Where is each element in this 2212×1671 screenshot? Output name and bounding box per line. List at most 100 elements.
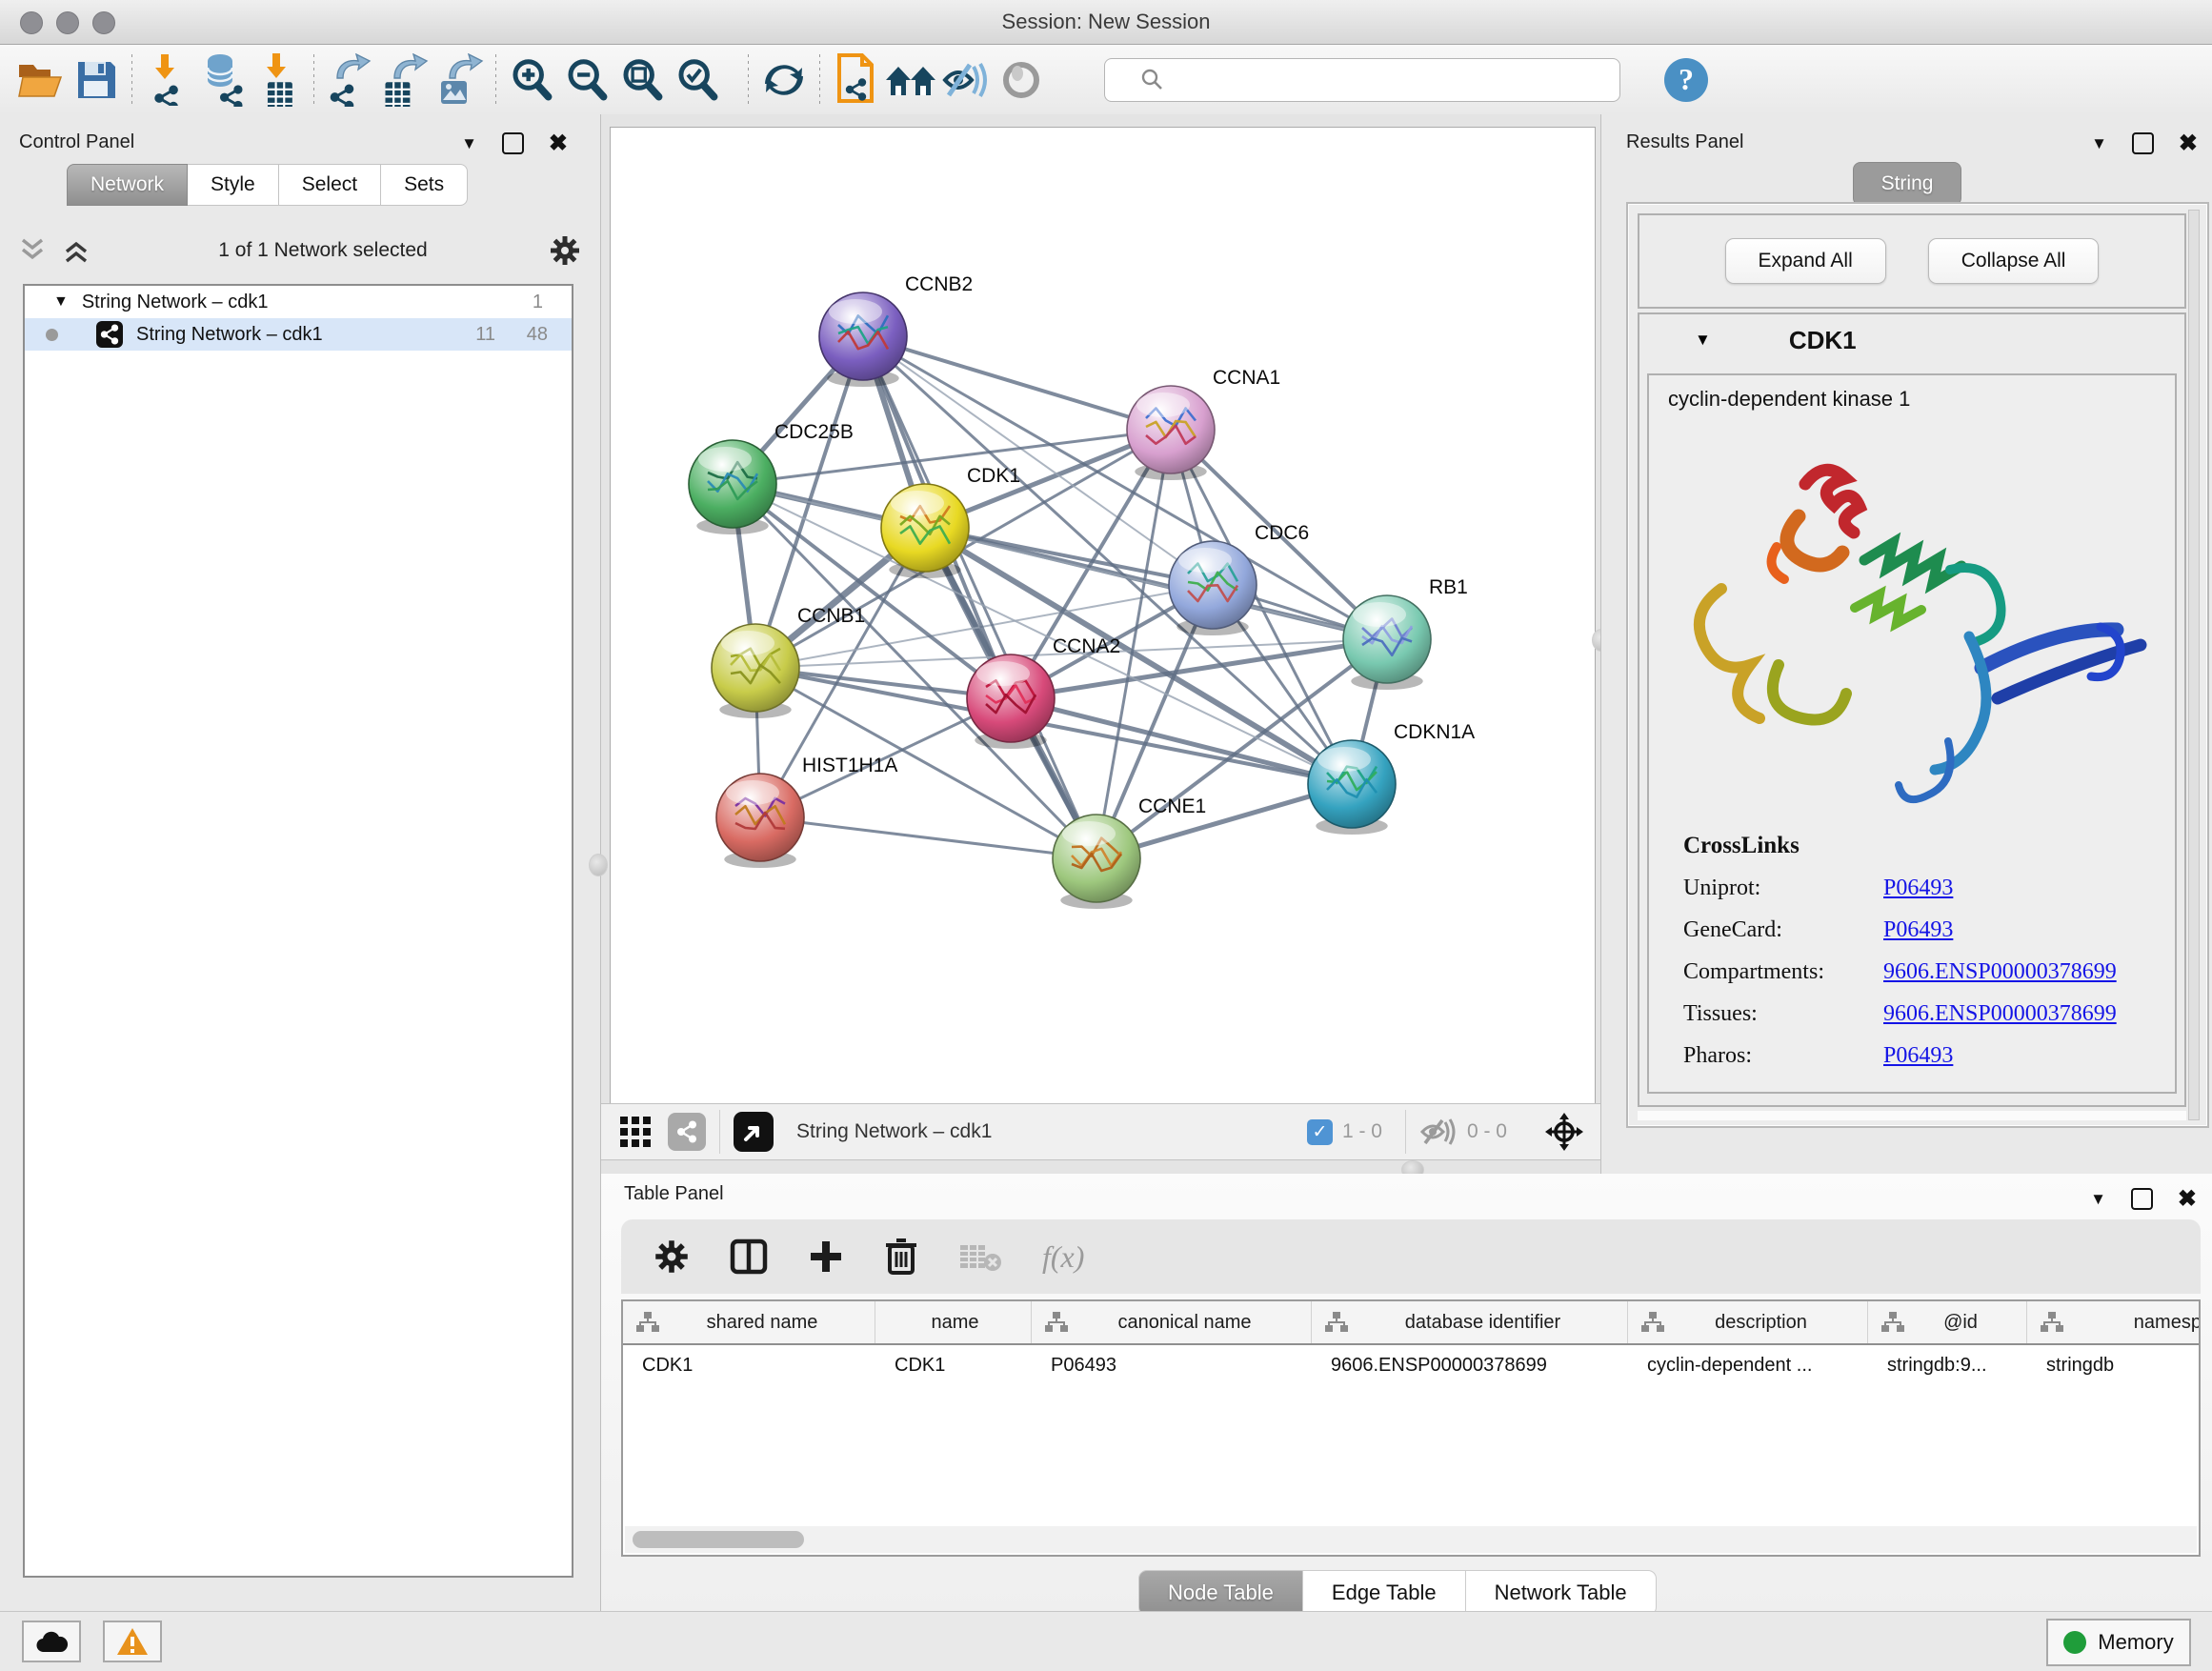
search-input[interactable] [1104, 58, 1620, 102]
table-settings-gear-icon[interactable] [654, 1238, 690, 1275]
show-grid-icon[interactable] [618, 1115, 653, 1149]
collapse-all-button[interactable]: Collapse All [1928, 238, 2100, 284]
apply-function-icon[interactable]: f(x) [1042, 1239, 1084, 1275]
table-panel-float-icon[interactable] [2131, 1188, 2153, 1210]
tab-string[interactable]: String [1853, 162, 1961, 206]
export-image-icon[interactable] [432, 52, 488, 108]
table-cell[interactable]: stringdb [2027, 1345, 2201, 1385]
table-panel-close-icon[interactable]: ✖ [2178, 1185, 2197, 1213]
control-panel-collapse-icon[interactable]: ▼ [461, 134, 477, 153]
selected-checkbox-icon[interactable]: ✓ [1307, 1119, 1333, 1145]
collection-label: String Network – cdk1 [82, 292, 269, 313]
zoom-fit-icon[interactable] [614, 52, 670, 108]
results-panel-float-icon[interactable] [2132, 132, 2154, 154]
import-network-database-icon[interactable] [195, 52, 251, 108]
table-cell[interactable]: cyclin-dependent ... [1628, 1345, 1868, 1385]
crosslink-link[interactable]: 9606.ENSP00000378699 [1883, 1001, 2117, 1026]
crosslink-link[interactable]: P06493 [1883, 1043, 1953, 1068]
network-options-gear-icon[interactable] [549, 234, 581, 267]
expand-all-button[interactable]: Expand All [1725, 238, 1886, 284]
column-header--id[interactable]: @id [1868, 1301, 2027, 1343]
memory-button[interactable]: Memory [2046, 1619, 2191, 1666]
network-node-CDK1[interactable]: CDK1 [881, 465, 1020, 578]
left-splitter-grip[interactable] [589, 854, 608, 876]
table-cell[interactable]: P06493 [1032, 1345, 1312, 1385]
column-header-shared-name[interactable]: shared name [623, 1301, 875, 1343]
network-node-CCNB1[interactable]: CCNB1 [712, 605, 865, 718]
control-panel-close-icon[interactable]: ✖ [549, 130, 568, 157]
warnings-button[interactable] [103, 1621, 162, 1662]
table-cell[interactable]: CDK1 [623, 1345, 875, 1385]
network-row[interactable]: String Network – cdk1 11 48 [25, 318, 572, 351]
column-header-name[interactable]: name [875, 1301, 1032, 1343]
export-network-icon[interactable] [322, 52, 377, 108]
tab-style[interactable]: Style [188, 164, 279, 206]
tab-network-table[interactable]: Network Table [1466, 1570, 1657, 1616]
column-header-database-identifier[interactable]: database identifier [1312, 1301, 1628, 1343]
table-row[interactable]: CDK1CDK1P064939606.ENSP00000378699cyclin… [623, 1345, 2201, 1385]
network-node-CDKN1A[interactable]: CDKN1A [1308, 721, 1475, 835]
node-label-CCNA2: CCNA2 [1053, 635, 1120, 657]
collection-expander-icon[interactable]: ▼ [53, 293, 69, 311]
show-columns-icon[interactable] [730, 1238, 768, 1276]
add-column-icon[interactable] [808, 1238, 844, 1275]
tab-edge-table[interactable]: Edge Table [1303, 1570, 1466, 1616]
zoom-in-icon[interactable] [504, 52, 559, 108]
network-node-CDC6[interactable]: CDC6 [1169, 522, 1309, 635]
section-expander-icon[interactable]: ▼ [1695, 331, 1711, 350]
crosslink-link[interactable]: 9606.ENSP00000378699 [1883, 959, 2117, 984]
crosslink-link[interactable]: P06493 [1883, 876, 1953, 900]
crosslink-link[interactable]: P06493 [1883, 917, 1953, 942]
zoom-out-icon[interactable] [559, 52, 614, 108]
column-header-description[interactable]: description [1628, 1301, 1868, 1343]
table-cell[interactable]: CDK1 [875, 1345, 1032, 1385]
export-table-icon[interactable] [377, 52, 432, 108]
network-edge-CCNE1-HIST1H1A[interactable] [760, 817, 1096, 858]
expand-all-networks-icon[interactable] [63, 236, 97, 265]
network-node-CCNB2[interactable]: CCNB2 [819, 273, 973, 387]
table-panel-collapse-icon[interactable]: ▼ [2090, 1190, 2106, 1209]
birds-eye-view-icon[interactable] [734, 1112, 774, 1152]
table-cell[interactable]: 9606.ENSP00000378699 [1312, 1345, 1628, 1385]
results-panel-close-icon[interactable]: ✖ [2179, 130, 2198, 157]
scrollbar-thumb[interactable] [633, 1531, 804, 1548]
results-panel-collapse-icon[interactable]: ▼ [2091, 134, 2107, 153]
tab-network[interactable]: Network [67, 164, 188, 206]
zoom-selected-icon[interactable] [670, 52, 725, 108]
delete-column-icon[interactable] [884, 1237, 918, 1277]
network-node-HIST1H1A[interactable]: HIST1H1A [716, 755, 897, 868]
delete-table-icon[interactable] [958, 1239, 1002, 1274]
open-session-icon[interactable] [13, 52, 69, 108]
network-edge-CCNB2-CCNA1[interactable] [863, 336, 1171, 430]
hide-selection-eye-icon[interactable] [938, 52, 994, 108]
hidden-eye-icon[interactable] [1419, 1117, 1458, 1147]
first-neighbors-icon[interactable] [828, 52, 883, 108]
network-node-RB1[interactable]: RB1 [1343, 576, 1468, 690]
network-edge-CCNB2-CCNE1[interactable] [863, 336, 1096, 858]
collapse-all-networks-icon[interactable] [19, 236, 53, 265]
tab-sets[interactable]: Sets [381, 164, 468, 206]
tab-select[interactable]: Select [279, 164, 381, 206]
column-header-canonical-name[interactable]: canonical name [1032, 1301, 1312, 1343]
table-cell[interactable]: stringdb:9... [1868, 1345, 2027, 1385]
save-session-icon[interactable] [69, 52, 124, 108]
network-overview-share-icon[interactable] [668, 1113, 706, 1151]
home-networks-icon[interactable] [883, 52, 938, 108]
network-collection-row[interactable]: ▼ String Network – cdk1 1 [25, 286, 572, 318]
help-icon[interactable]: ? [1659, 52, 1714, 108]
cloud-icon [34, 1629, 69, 1654]
import-network-file-icon[interactable] [140, 52, 195, 108]
refresh-network-icon[interactable] [756, 52, 812, 108]
cloud-status-button[interactable] [22, 1621, 81, 1662]
control-panel-float-icon[interactable] [502, 132, 524, 154]
network-canvas[interactable]: CCNB2CCNA1CDC25BCDK1CDC6RB1CCNB1CCNA2CDK… [610, 127, 1596, 1104]
crosslink-row: Tissues:9606.ENSP00000378699 [1683, 1001, 2117, 1027]
import-table-icon[interactable] [251, 52, 306, 108]
column-header-namespace[interactable]: namespace [2027, 1301, 2201, 1343]
tab-node-table[interactable]: Node Table [1138, 1570, 1303, 1616]
fit-selected-crosshair-icon[interactable] [1543, 1111, 1585, 1153]
show-graphics-details-icon[interactable] [994, 52, 1049, 108]
results-scrollbar[interactable] [2188, 210, 2200, 1120]
node-section-header[interactable]: ▼ CDK1 [1639, 314, 2184, 366]
table-horizontal-scrollbar[interactable] [625, 1526, 2197, 1553]
